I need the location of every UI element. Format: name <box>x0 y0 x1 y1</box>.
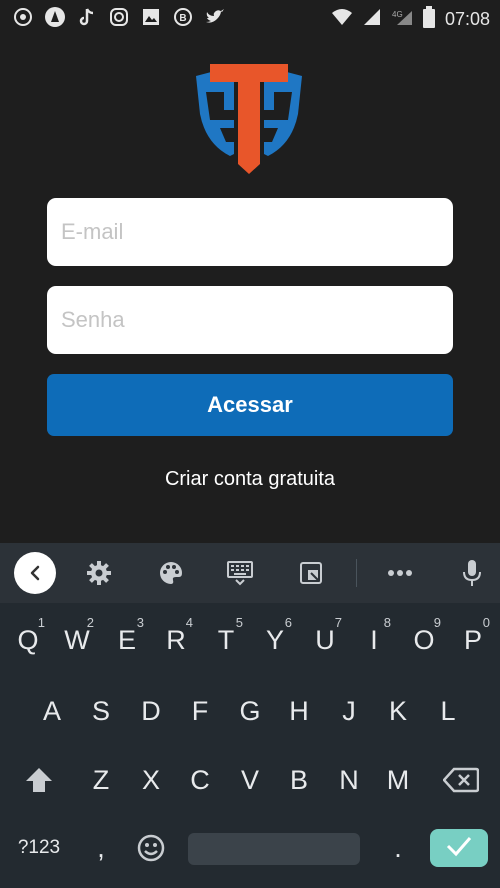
period-key[interactable]: . <box>375 819 421 877</box>
comma-key[interactable]: , <box>78 819 124 877</box>
key-k[interactable]: K <box>375 682 421 740</box>
system-icons: 4G 07:08 <box>331 6 490 33</box>
key-v[interactable]: V <box>227 751 273 809</box>
key-f[interactable]: F <box>177 682 223 740</box>
key-g[interactable]: G <box>227 682 273 740</box>
enter-key[interactable] <box>430 829 488 867</box>
svg-text:4G: 4G <box>392 10 403 19</box>
password-field[interactable] <box>47 286 453 354</box>
mic-icon[interactable] <box>452 553 492 593</box>
battery-icon <box>422 6 435 33</box>
back-icon[interactable] <box>14 552 56 594</box>
settings-icon[interactable] <box>79 553 119 593</box>
key-q[interactable]: Q1 <box>5 611 51 669</box>
key-a[interactable]: A <box>29 682 75 740</box>
keyboard-toolbar <box>0 543 500 603</box>
key-e[interactable]: E3 <box>104 611 150 669</box>
key-z[interactable]: Z <box>78 751 124 809</box>
key-s[interactable]: S <box>78 682 124 740</box>
palette-icon[interactable] <box>151 553 191 593</box>
key-l[interactable]: L <box>425 682 471 740</box>
shift-icon[interactable] <box>16 751 62 809</box>
app-logo <box>190 58 308 176</box>
clipboard-icon[interactable] <box>291 553 331 593</box>
tiktok-icon <box>76 6 98 28</box>
more-icon[interactable] <box>380 553 420 593</box>
key-w[interactable]: W2 <box>54 611 100 669</box>
key-b[interactable]: B <box>276 751 322 809</box>
key-h[interactable]: H <box>276 682 322 740</box>
key-t[interactable]: T5 <box>203 611 249 669</box>
backspace-icon[interactable] <box>436 751 486 809</box>
key-o[interactable]: O9 <box>401 611 447 669</box>
spacebar[interactable] <box>188 833 360 865</box>
status-bar: B 4G 07:08 <box>0 0 500 34</box>
key-p[interactable]: P0 <box>450 611 496 669</box>
signal-icon <box>363 8 381 31</box>
svg-text:B: B <box>179 13 186 24</box>
twitter-icon <box>204 6 226 28</box>
key-c[interactable]: C <box>177 751 223 809</box>
key-j[interactable]: J <box>326 682 372 740</box>
b-app-icon: B <box>172 6 194 28</box>
symbols-key[interactable]: ?123 <box>9 819 69 877</box>
app-icon <box>44 6 66 28</box>
signal-4g-icon: 4G <box>391 8 413 31</box>
clock: 07:08 <box>444 9 490 29</box>
key-i[interactable]: I8 <box>351 611 397 669</box>
emoji-icon[interactable] <box>128 819 174 877</box>
create-account-link[interactable]: Criar conta gratuita <box>0 468 500 491</box>
key-x[interactable]: X <box>128 751 174 809</box>
toolbar-divider <box>356 559 357 587</box>
key-u[interactable]: U7 <box>302 611 348 669</box>
whatsapp-icon <box>12 6 34 28</box>
login-button[interactable]: Acessar <box>47 374 453 436</box>
instagram-icon <box>108 6 130 28</box>
key-n[interactable]: N <box>326 751 372 809</box>
keyboard-icon[interactable] <box>220 553 260 593</box>
gallery-icon <box>140 6 162 28</box>
wifi-icon <box>331 8 353 31</box>
key-m[interactable]: M <box>375 751 421 809</box>
key-d[interactable]: D <box>128 682 174 740</box>
checkmark-icon <box>445 835 473 862</box>
key-y[interactable]: Y6 <box>252 611 298 669</box>
notification-icons: B <box>12 6 226 28</box>
key-r[interactable]: R4 <box>153 611 199 669</box>
keyboard: Q1 W2 E3 R4 T5 Y6 U7 I8 O9 P0 A S D F G … <box>0 603 500 888</box>
email-field[interactable] <box>47 198 453 266</box>
